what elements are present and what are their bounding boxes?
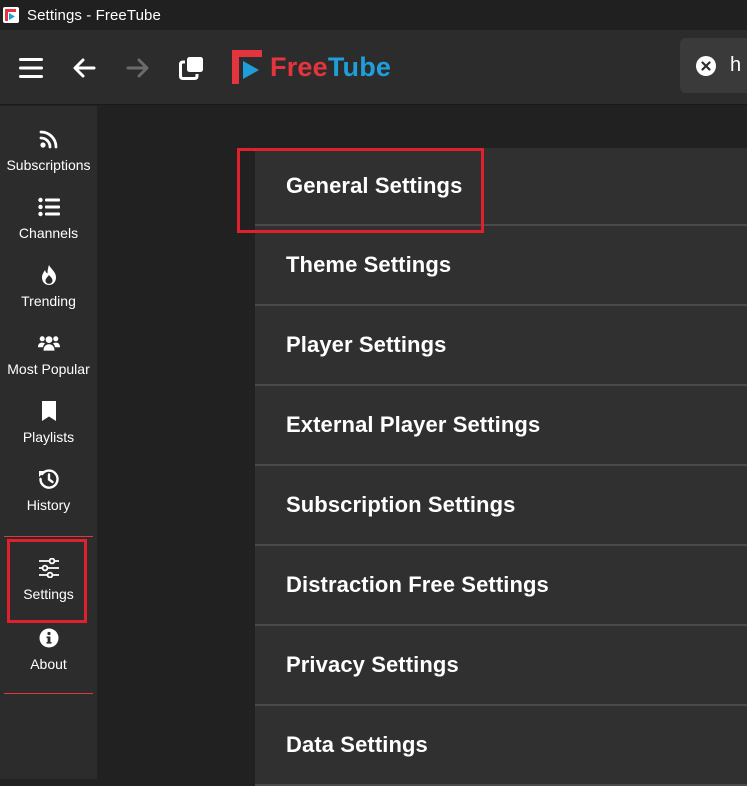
data-settings-section[interactable]: Data Settings bbox=[255, 706, 747, 786]
freetube-app-icon bbox=[3, 7, 19, 23]
sidebar-divider bbox=[4, 693, 93, 694]
main-content: General Settings Theme Settings Player S… bbox=[97, 106, 747, 786]
logo-free-text: Free bbox=[270, 51, 328, 82]
section-title: Privacy Settings bbox=[286, 652, 459, 677]
section-title: Distraction Free Settings bbox=[286, 572, 549, 597]
player-settings-section[interactable]: Player Settings bbox=[255, 306, 747, 386]
settings-list: General Settings Theme Settings Player S… bbox=[255, 148, 747, 786]
section-title: Theme Settings bbox=[286, 252, 452, 277]
sidebar-item-subscriptions[interactable]: Subscriptions bbox=[0, 128, 97, 173]
sidebar-item-about[interactable]: About bbox=[0, 627, 97, 672]
sidebar-item-most-popular[interactable]: Most Popular bbox=[0, 332, 97, 377]
sidebar-item-label: Settings bbox=[23, 586, 74, 602]
hamburger-icon bbox=[19, 58, 43, 78]
logo-text: FreeTube bbox=[270, 52, 391, 83]
search-value[interactable]: h bbox=[730, 54, 741, 77]
clear-search-button[interactable] bbox=[696, 55, 716, 76]
window-titlebar: Settings - FreeTube bbox=[0, 0, 747, 30]
sliders-icon bbox=[38, 557, 60, 579]
section-title: Subscription Settings bbox=[286, 492, 516, 517]
sidebar-item-history[interactable]: History bbox=[0, 468, 97, 513]
freetube-logo[interactable]: FreeTube bbox=[232, 50, 391, 84]
sidebar-item-settings[interactable]: Settings bbox=[0, 557, 97, 602]
sidebar-item-label: Most Popular bbox=[7, 361, 90, 377]
privacy-settings-section[interactable]: Privacy Settings bbox=[255, 626, 747, 706]
sidebar-item-label: History bbox=[26, 497, 71, 513]
window-title: Settings - FreeTube bbox=[27, 6, 161, 24]
section-title: External Player Settings bbox=[286, 412, 541, 437]
sidebar: Subscriptions Channels Trending Most Pop… bbox=[0, 106, 97, 779]
subscription-settings-section[interactable]: Subscription Settings bbox=[255, 466, 747, 546]
theme-settings-section[interactable]: Theme Settings bbox=[255, 226, 747, 306]
menu-button[interactable] bbox=[13, 50, 49, 86]
sidebar-item-label: Channels bbox=[18, 225, 79, 241]
logo-tube-text: Tube bbox=[327, 51, 392, 82]
arrow-right-icon bbox=[126, 58, 149, 78]
sidebar-item-label: Trending bbox=[21, 293, 76, 309]
sidebar-item-label: About bbox=[30, 656, 67, 672]
section-title: General Settings bbox=[286, 173, 463, 198]
sidebar-item-trending[interactable]: Trending bbox=[0, 264, 97, 309]
search-input[interactable]: h bbox=[680, 38, 747, 93]
external-player-settings-section[interactable]: External Player Settings bbox=[255, 386, 747, 466]
clone-icon bbox=[179, 57, 203, 80]
sidebar-item-label: Playlists bbox=[22, 429, 75, 445]
fire-icon bbox=[38, 264, 60, 286]
new-window-button[interactable] bbox=[174, 50, 210, 86]
forward-button[interactable] bbox=[120, 50, 156, 86]
sidebar-item-channels[interactable]: Channels bbox=[0, 196, 97, 241]
history-icon bbox=[38, 468, 60, 490]
section-title: Player Settings bbox=[286, 332, 447, 357]
top-nav: FreeTube h bbox=[0, 30, 747, 105]
general-settings-section[interactable]: General Settings bbox=[255, 148, 747, 226]
rss-icon bbox=[38, 128, 60, 150]
sidebar-item-label: Subscriptions bbox=[6, 157, 91, 173]
distraction-free-settings-section[interactable]: Distraction Free Settings bbox=[255, 546, 747, 626]
info-icon bbox=[38, 627, 60, 649]
close-icon bbox=[701, 60, 711, 71]
back-button[interactable] bbox=[66, 50, 102, 86]
freetube-logo-icon bbox=[232, 50, 262, 84]
sidebar-divider bbox=[4, 536, 93, 537]
bookmark-icon bbox=[38, 400, 60, 422]
section-title: Data Settings bbox=[286, 732, 428, 757]
list-icon bbox=[37, 196, 60, 218]
users-icon bbox=[37, 332, 60, 354]
sidebar-item-playlists[interactable]: Playlists bbox=[0, 400, 97, 445]
arrow-left-icon bbox=[73, 58, 96, 78]
